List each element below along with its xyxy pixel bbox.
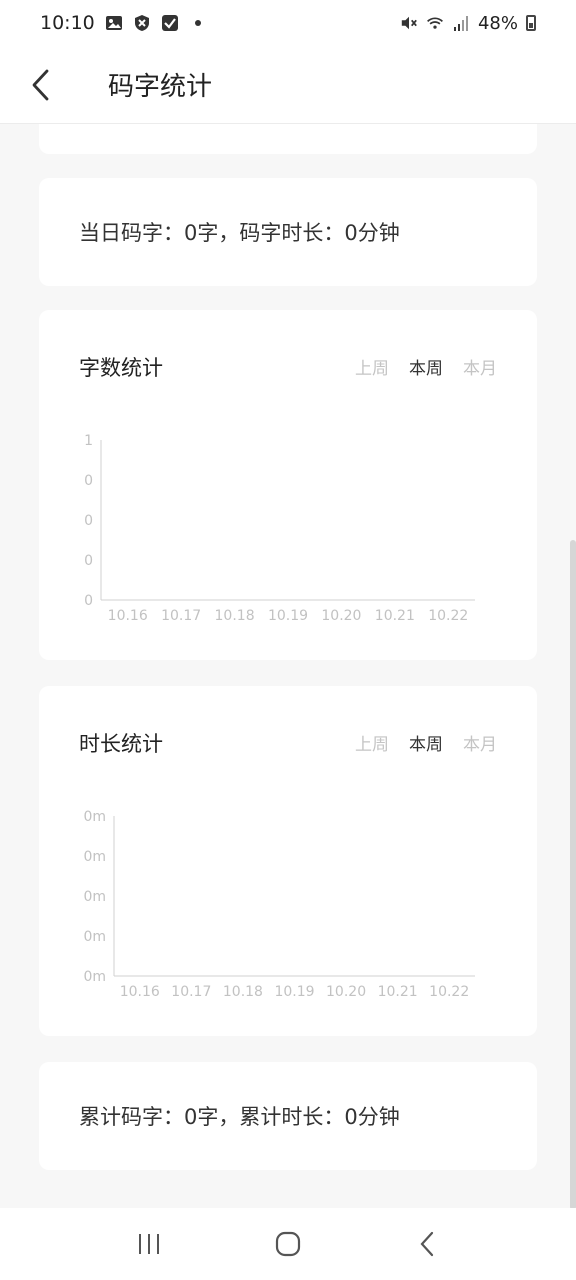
home-button[interactable] xyxy=(258,1214,318,1274)
x-tick-label: 10.16 xyxy=(120,984,160,1000)
x-tick-label: 10.18 xyxy=(215,608,255,624)
x-tick-label: 10.16 xyxy=(108,608,148,624)
image-icon xyxy=(105,14,123,32)
total-summary-card: 累计码字：0字，累计时长：0分钟 xyxy=(39,1062,537,1170)
signal-icon xyxy=(452,14,470,32)
back-icon xyxy=(420,1231,433,1257)
y-tick-label: 0m xyxy=(83,889,106,905)
scrollbar[interactable] xyxy=(570,540,576,1210)
top-card-partial xyxy=(39,124,537,154)
y-tick-label: 1 xyxy=(84,433,93,449)
stats-content[interactable]: 当日码字：0字，码字时长：0分钟 字数统计 上周 本周 本月 1 0 0 0 0 10.1… xyxy=(0,124,576,1208)
battery-percent: 48% xyxy=(477,12,518,34)
wifi-icon xyxy=(426,14,444,32)
recent-apps-button[interactable] xyxy=(119,1214,179,1274)
y-tick-label: 0m xyxy=(83,969,106,985)
x-tick-label: 10.18 xyxy=(223,984,263,1000)
x-tick-label: 10.21 xyxy=(375,608,415,624)
check-icon xyxy=(161,14,179,32)
dot-icon xyxy=(194,20,201,26)
y-tick-label: 0 xyxy=(84,473,93,489)
x-tick-label: 10.20 xyxy=(321,608,361,624)
system-nav-bar xyxy=(0,1208,576,1280)
home-icon xyxy=(275,1231,301,1257)
x-tick-label: 10.20 xyxy=(326,984,366,1000)
y-tick-label: 0m xyxy=(83,809,106,825)
battery-icon xyxy=(526,15,536,31)
x-tick-label: 10.17 xyxy=(161,608,201,624)
x-tick-label: 10.19 xyxy=(268,608,308,624)
y-tick-label: 0m xyxy=(83,849,106,865)
nav-back-button[interactable] xyxy=(397,1214,457,1274)
status-bar: 10:10 48% xyxy=(0,0,576,46)
y-tick-label: 0m xyxy=(83,929,106,945)
total-summary-text: 累计码字：0字，累计时长：0分钟 xyxy=(79,1105,400,1129)
shield-icon xyxy=(133,14,151,32)
x-tick-label: 10.21 xyxy=(378,984,418,1000)
chevron-left-icon xyxy=(32,69,49,100)
y-tick-label: 0 xyxy=(84,513,93,529)
y-tick-label: 0 xyxy=(84,553,93,569)
y-tick-label: 0 xyxy=(84,593,93,609)
duration-chart-card: 时长统计 上周 本周 本月 0m 0m 0m 0m 0m 10.16 10.17 10.18 1… xyxy=(39,686,537,1036)
x-tick-label: 10.19 xyxy=(274,984,314,1000)
duration-chart: 0m 0m 0m 0m 0m 10.16 10.17 10.18 10.19 10.20 10.21… xyxy=(83,809,475,1000)
word-count-chart-card: 字数统计 上周 本周 本月 1 0 0 0 0 10.16 10.17 10.18 10.19 1… xyxy=(39,310,537,660)
recent-apps-icon xyxy=(139,1234,160,1254)
back-button[interactable] xyxy=(10,55,70,115)
today-summary-card: 当日码字：0字，码字时长：0分钟 xyxy=(39,178,537,286)
x-tick-label: 10.22 xyxy=(429,984,469,1000)
today-summary-text: 当日码字：0字，码字时长：0分钟 xyxy=(79,221,400,245)
page-title: 码字统计 xyxy=(108,72,213,102)
status-right: 48% xyxy=(400,13,536,34)
x-tick-label: 10.17 xyxy=(171,984,211,1000)
mute-icon xyxy=(400,14,418,32)
x-tick-label: 10.22 xyxy=(428,608,468,624)
word-count-chart: 1 0 0 0 0 10.16 10.17 10.18 10.19 10.20 10.21 10.22 xyxy=(84,433,475,624)
status-left: 10:10 xyxy=(40,12,201,34)
status-time: 10:10 xyxy=(40,12,95,34)
app-bar: 码字统计 xyxy=(0,46,576,124)
